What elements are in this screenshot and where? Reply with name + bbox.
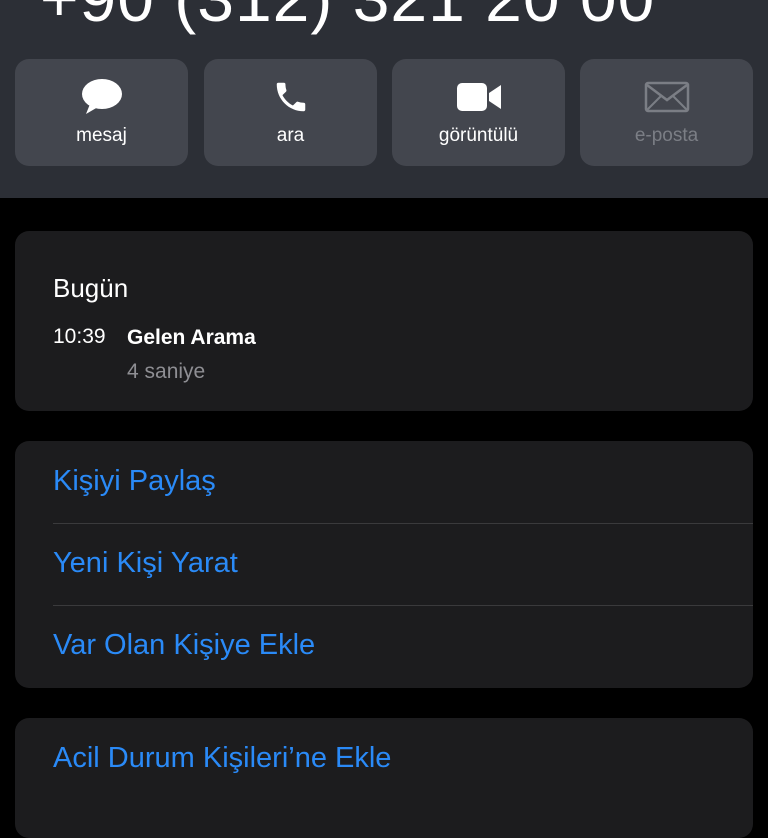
create-new-contact-label: Yeni Kişi Yarat — [53, 547, 238, 579]
contact-actions-card: Kişiyi Paylaş Yeni Kişi Yarat Var Olan K… — [15, 441, 753, 688]
add-emergency-contact-label: Acil Durum Kişileri’ne Ekle — [53, 742, 392, 774]
call-button[interactable]: ara — [204, 59, 377, 166]
add-to-existing-contact-label: Var Olan Kişiye Ekle — [53, 629, 316, 661]
video-camera-icon — [392, 77, 565, 117]
call-duration: 4 saniye — [127, 360, 206, 383]
video-call-button-label: görüntülü — [438, 125, 519, 146]
add-to-existing-contact-item[interactable]: Var Olan Kişiye Ekle — [15, 605, 753, 687]
envelope-icon — [580, 77, 753, 117]
message-button[interactable]: mesaj — [15, 59, 188, 166]
share-contact-item[interactable]: Kişiyi Paylaş — [15, 441, 753, 523]
email-button[interactable]: e-posta — [580, 59, 753, 166]
email-button-label: e-posta — [634, 125, 699, 146]
video-call-button[interactable]: görüntülü — [392, 59, 565, 166]
phone-icon — [204, 77, 377, 117]
create-new-contact-item[interactable]: Yeni Kişi Yarat — [15, 523, 753, 605]
contact-header: +90 (312) 321 20 00 mesaj ara — [0, 0, 768, 198]
call-type: Gelen Arama — [127, 326, 256, 349]
quick-action-row: mesaj ara görüntülü e-posta — [15, 59, 753, 167]
message-bubble-icon — [15, 77, 188, 117]
phone-number: +90 (312) 321 20 00 — [40, 0, 655, 36]
message-button-label: mesaj — [76, 125, 127, 146]
call-time: 10:39 — [53, 325, 106, 348]
call-button-label: ara — [276, 125, 305, 146]
share-contact-label: Kişiyi Paylaş — [53, 465, 216, 497]
emergency-contacts-card[interactable]: Acil Durum Kişileri’ne Ekle — [15, 718, 753, 838]
call-history-card: Bugün 10:39 Gelen Arama 4 saniye — [15, 231, 753, 411]
history-day-heading: Bugün — [53, 273, 129, 303]
